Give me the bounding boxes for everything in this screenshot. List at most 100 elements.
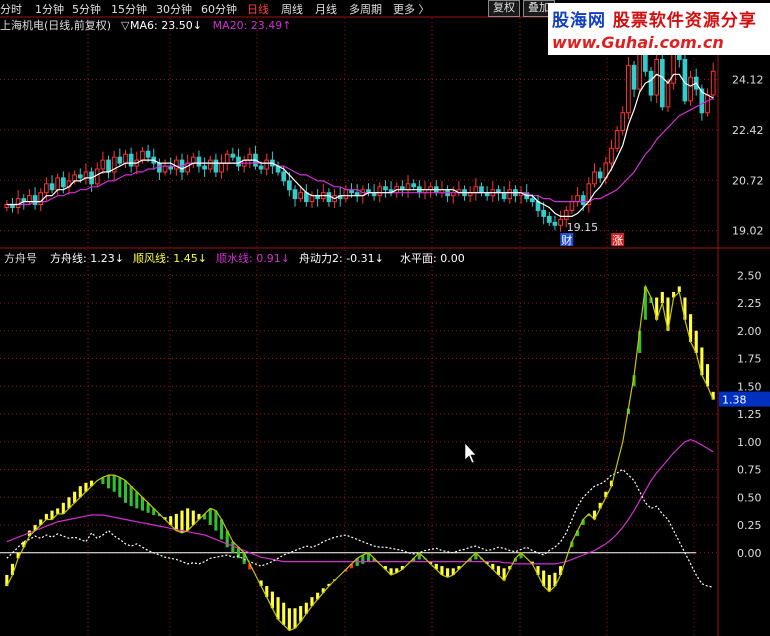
price-tick-label-1: 22.42 [732, 124, 764, 137]
candle [546, 215, 552, 223]
candle [563, 209, 569, 220]
candle [264, 159, 270, 170]
candle [507, 189, 513, 200]
indicator-legend-4: 水平面: 0.00 [400, 252, 465, 265]
candle [530, 198, 535, 203]
candle [309, 195, 315, 203]
candle [287, 180, 292, 191]
legend-toggle-icon[interactable]: ▽ [121, 19, 130, 32]
indicator-legend-2: 顺水线: 0.91↓ [216, 251, 290, 265]
candle [157, 162, 162, 173]
candle [190, 156, 196, 164]
candle [49, 183, 55, 191]
ind-tick-label-2: 2.00 [737, 325, 762, 338]
current-value-label: 1.38 [722, 394, 747, 407]
indicator-title: 方舟号 [4, 251, 37, 265]
candle [383, 186, 388, 191]
indicator-legend-3: 舟动力2: -0.31↓ [299, 251, 384, 265]
candle [575, 195, 580, 203]
candle [219, 162, 224, 173]
price-tick-label-0: 24.12 [732, 74, 764, 87]
event-marker-2: 涨 [612, 234, 623, 247]
candle [44, 183, 49, 194]
period-tab-9[interactable]: 多周期 [349, 1, 382, 17]
candle [15, 198, 21, 209]
candle [558, 218, 563, 226]
period-tab-1[interactable]: 1分钟 [35, 1, 64, 17]
candle [609, 147, 614, 164]
stock-chart: 19.15财 涨 24.12 22.42 20.72 19.02 2.50 2.25 2.00… [0, 16, 770, 636]
candle [501, 192, 507, 200]
watermark-name-blue: 股海网 [552, 11, 606, 31]
ind-tick-label-7: 0.75 [737, 464, 762, 477]
period-tab-7[interactable]: 周线 [281, 1, 303, 17]
candle [659, 58, 665, 108]
candle [326, 192, 332, 203]
candle [648, 70, 654, 96]
candle [72, 174, 77, 182]
candle [710, 70, 716, 96]
ind-tick-label-8: 0.50 [737, 491, 762, 504]
period-tab-2[interactable]: 5分钟 [72, 1, 101, 17]
candle [123, 153, 128, 164]
candle [569, 201, 575, 211]
period-tab-6[interactable]: 日线 [247, 1, 269, 17]
ind-tick-label-0: 2.50 [737, 269, 762, 282]
candle [343, 189, 349, 200]
price-tick-label-3: 19.02 [732, 225, 764, 238]
watermark-name-red: 股票软件资源分享 [612, 11, 757, 31]
ind-tick-label-1: 2.25 [737, 297, 762, 310]
candle [162, 165, 168, 173]
candle [207, 159, 213, 170]
watermark-url: www.Guhai.com.cn [552, 33, 724, 52]
candle [117, 156, 123, 164]
restore-button[interactable]: 复权 [488, 0, 520, 17]
candle [94, 168, 100, 185]
candle [688, 76, 693, 102]
period-tab-0[interactable]: 分时 [0, 1, 22, 17]
candle [626, 64, 631, 114]
candle [377, 186, 383, 197]
indicator-legend-1: 顺风线: 1.45↓ [133, 251, 207, 265]
candle [479, 186, 484, 194]
period-tab-10[interactable]: 更多 〉 [393, 1, 430, 17]
low-price-annotation: 19.15 [567, 221, 599, 234]
price-tick-label-2: 20.72 [732, 174, 764, 187]
indicator-panel [0, 284, 715, 632]
candle [705, 94, 710, 114]
candle [55, 177, 61, 191]
ind-tick-label-6: 1.00 [737, 436, 762, 449]
candle [128, 153, 134, 167]
candle [614, 130, 620, 149]
period-tab-5[interactable]: 60分钟 [201, 1, 237, 17]
period-tab-8[interactable]: 月线 [315, 1, 337, 17]
candle [292, 189, 298, 200]
candle [140, 150, 145, 161]
candle [473, 186, 479, 194]
candle [236, 156, 241, 167]
candle [411, 183, 417, 188]
candle [213, 159, 219, 173]
candle [77, 174, 83, 179]
ind-tick-label-5: 1.25 [737, 408, 762, 421]
candle [665, 82, 671, 108]
period-tab-4[interactable]: 30分钟 [156, 1, 192, 17]
ind-tick-label-10: 0.00 [737, 547, 762, 560]
ind-tick-label-9: 0.25 [737, 519, 762, 532]
price-panel: 19.15财 涨 [4, 27, 716, 247]
period-tab-3[interactable]: 15分钟 [111, 1, 147, 17]
candle [597, 171, 603, 179]
candle [281, 171, 287, 182]
candle [83, 171, 89, 179]
indicator-legend-0: 方舟线: 1.23↓ [50, 251, 124, 265]
mouse-pointer [464, 442, 477, 464]
ind-tick-label-4: 1.50 [737, 380, 762, 393]
candle [580, 195, 586, 206]
price-chart-title: 上海机电(日线,前复权) [0, 18, 111, 32]
candle [174, 159, 179, 170]
legend-layer: 上海机电(日线,前复权) ▽ MA6: 23.50↓ MA20: 23.49↑ 方舟号方… [0, 18, 465, 265]
candle [631, 64, 637, 90]
candle [541, 209, 546, 217]
candle [620, 112, 626, 132]
candle [552, 221, 558, 226]
